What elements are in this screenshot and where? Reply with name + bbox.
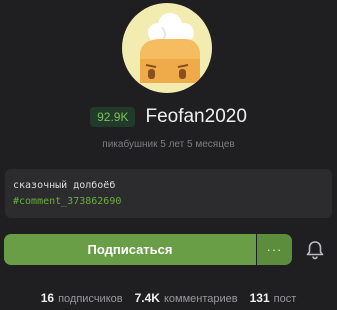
account-age: пикабушник 5 лет 5 месяцев <box>102 139 235 150</box>
bio-card: сказочный долбоёб #comment_373862690 <box>5 169 332 218</box>
username: Feofan2020 <box>145 106 247 127</box>
subscribe-button[interactable]: Подписаться <box>4 234 256 265</box>
avatar[interactable] <box>122 3 212 93</box>
posts-label[interactable]: пост <box>274 293 297 305</box>
subscribers-count[interactable]: 16 <box>41 291 54 305</box>
profile-header: 92.9K Feofan2020 <box>0 104 337 130</box>
comments-count[interactable]: 7.4K <box>135 291 160 305</box>
posts-count[interactable]: 131 <box>250 291 270 305</box>
bio-text: сказочный долбоёб <box>13 180 116 191</box>
chef-bread-avatar-icon <box>140 13 200 83</box>
bell-icon[interactable] <box>305 240 325 260</box>
more-options-button[interactable]: ··· <box>257 234 292 265</box>
comments-label[interactable]: комментариев <box>164 293 238 305</box>
profile-stats: 16 подписчиков 7.4K комментариев 131 пос… <box>0 291 337 307</box>
subscribers-label[interactable]: подписчиков <box>58 293 123 305</box>
bio-comment-link[interactable]: #comment_373862690 <box>13 194 324 210</box>
rating-badge: 92.9K <box>90 107 136 127</box>
